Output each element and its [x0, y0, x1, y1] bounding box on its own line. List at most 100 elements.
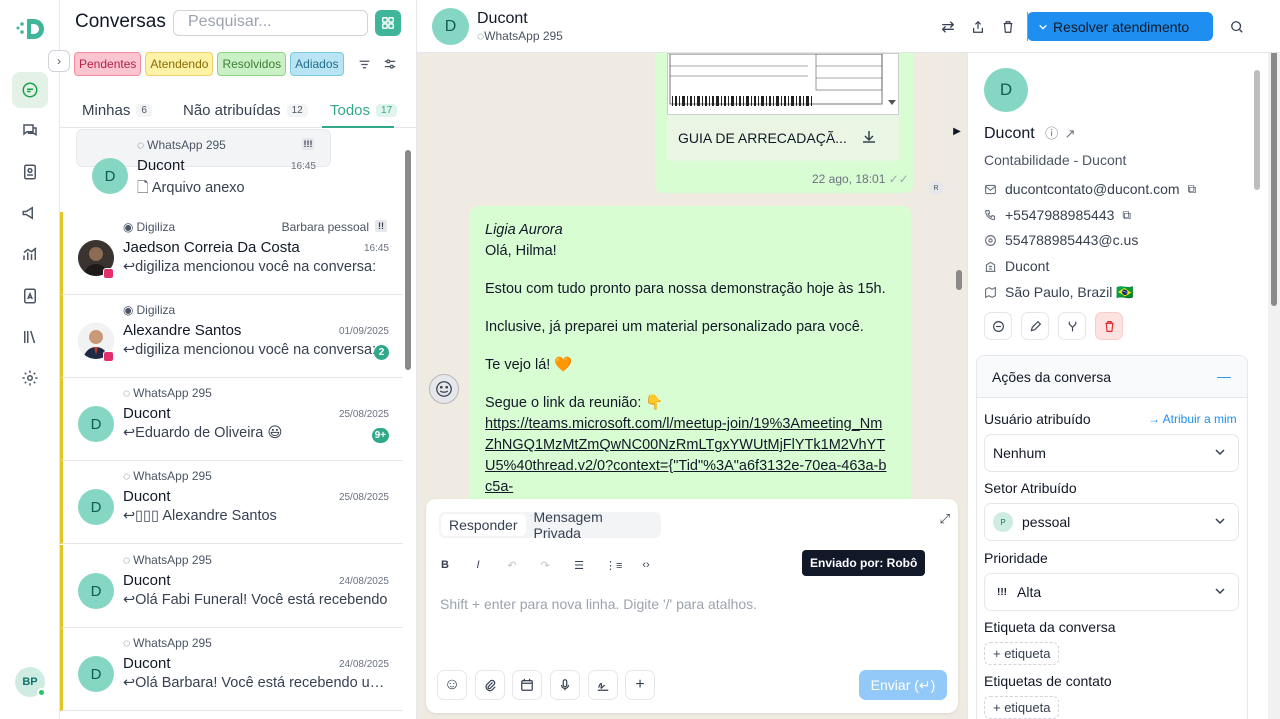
- merge-icon[interactable]: [1058, 312, 1086, 340]
- nav-reports-icon[interactable]: [12, 236, 48, 272]
- list-scrollbar[interactable]: [405, 150, 411, 370]
- nav-chat-icon[interactable]: [12, 72, 48, 108]
- delete-contact-icon[interactable]: [1095, 312, 1123, 340]
- page-scrollbar[interactable]: [1268, 0, 1280, 719]
- emoji-reaction-icon[interactable]: [429, 374, 459, 404]
- avatar: D: [78, 573, 114, 609]
- conversation-preview: ↩Eduardo de Oliveira 😃: [123, 425, 388, 441]
- resolve-button[interactable]: Resolver atendimento: [1027, 12, 1213, 41]
- toggle-sidebar-icon[interactable]: ▶: [947, 121, 967, 141]
- italic-icon[interactable]: I: [470, 559, 486, 571]
- accordion-header[interactable]: Ações da conversa —: [977, 356, 1247, 398]
- filter-resolvidos[interactable]: Resolvidos: [217, 52, 287, 76]
- conversation-source: ◌ WhatsApp 295: [123, 469, 212, 483]
- assign-to-me-link[interactable]: → Atribuir a mim: [1148, 412, 1267, 426]
- conversation-item[interactable]: ◌ WhatsApp 295 !!! D Ducont 16:45 🗋 Arqui…: [76, 129, 331, 196]
- nav-contacts-icon[interactable]: [12, 154, 48, 190]
- sector-avatar: P: [993, 512, 1013, 532]
- bold-icon[interactable]: B: [437, 559, 453, 571]
- meeting-link[interactable]: https://teams.microsoft.com/l/meetup-joi…: [485, 414, 891, 498]
- priority-label: Prioridade: [984, 550, 1048, 566]
- time-label: 22 ago, 18:01: [812, 172, 886, 186]
- nav-contact-card-icon[interactable]: [12, 278, 48, 314]
- microphone-icon[interactable]: [550, 670, 580, 700]
- external-link-icon[interactable]: ↗: [1065, 126, 1076, 141]
- app-root: BP › Conversas Pesquisar... Pendentes At…: [0, 0, 1280, 719]
- priority-select[interactable]: !!! Alta: [984, 573, 1239, 611]
- info-icon[interactable]: ⓘ: [1045, 126, 1058, 141]
- chat-action-icon[interactable]: [984, 312, 1012, 340]
- collapse-icon[interactable]: —: [1217, 368, 1231, 384]
- nav-campaign-icon[interactable]: [12, 195, 48, 231]
- tab-minhas[interactable]: Minhas 6: [82, 102, 152, 119]
- conversation-preview: ↩Olá Barbara! Você está recebendo uma: [123, 675, 388, 691]
- reply-icon: ↩: [123, 592, 136, 608]
- panel-scrollbar[interactable]: [1253, 60, 1261, 719]
- document-name-bar[interactable]: GUIA DE ARRECADAÇÃ...: [667, 115, 899, 161]
- contact-org: Ducont: [984, 258, 1049, 274]
- filter-icon[interactable]: [354, 54, 374, 74]
- signature-icon[interactable]: [588, 670, 618, 700]
- attachment-icon[interactable]: [475, 670, 505, 700]
- conversation-item[interactable]: ◌ WhatsApp 295 D Ducont 25/08/2025 ↩▯▯▯ A…: [60, 461, 403, 544]
- collapse-list-button[interactable]: ›: [48, 50, 70, 72]
- nav-settings-icon[interactable]: [12, 360, 48, 396]
- source-label: Digiliza: [136, 303, 176, 317]
- message-input[interactable]: Shift + enter para nova linha. Digite '/…: [440, 596, 757, 612]
- bullet-list-icon[interactable]: ☰: [571, 559, 587, 572]
- conversation-item[interactable]: ◉ Digiliza Alexandre Santos 01/09/2025 ↩d…: [60, 295, 403, 378]
- conversation-preview: ↩digiliza mencionou você na conversa:: [123, 342, 388, 358]
- expand-icon[interactable]: ⤢: [940, 511, 950, 527]
- conversation-item[interactable]: ◌ WhatsApp 295 D Ducont 24/08/2025 ↩Olá B…: [60, 628, 403, 711]
- search-input[interactable]: Pesquisar...: [173, 10, 368, 36]
- whatsapp-id-text: 554788985443@c.us: [1005, 232, 1139, 248]
- contact-avatar: D: [984, 68, 1028, 112]
- tab-nao-atribuidas[interactable]: Não atribuídas 12: [183, 102, 308, 119]
- tab-todos[interactable]: Todos 17: [330, 102, 398, 119]
- share-icon[interactable]: [969, 18, 987, 36]
- id-icon: [985, 234, 996, 246]
- conversation-item[interactable]: ◌ WhatsApp 295 D Ducont 25/08/2025 ↩Eduar…: [60, 378, 403, 461]
- channel-name: WhatsApp 295: [484, 29, 563, 43]
- facebook-icon: ◉: [123, 220, 134, 234]
- edit-icon[interactable]: [1021, 312, 1049, 340]
- undo-icon[interactable]: ↶: [504, 559, 520, 572]
- assigned-user-select[interactable]: Nenhum: [984, 434, 1239, 472]
- search-icon[interactable]: [1228, 18, 1246, 36]
- filter-atendendo[interactable]: Atendendo: [145, 52, 214, 76]
- copy-icon[interactable]: ⧉: [1122, 208, 1131, 223]
- filter-adiados[interactable]: Adiados: [290, 52, 344, 76]
- nav-conversations-icon[interactable]: [12, 113, 48, 149]
- conversation-name: Alexandre Santos: [123, 322, 242, 339]
- send-button[interactable]: Enviar (↵): [859, 670, 947, 700]
- download-icon[interactable]: [861, 129, 877, 148]
- page-scrollbar-thumb[interactable]: [1271, 18, 1277, 306]
- trash-icon[interactable]: [999, 18, 1017, 36]
- chat-scrollbar[interactable]: [956, 270, 962, 290]
- copy-icon[interactable]: ⧉: [1188, 182, 1197, 197]
- redo-icon[interactable]: ↷: [537, 559, 553, 572]
- mode-private[interactable]: Mensagem Privada: [526, 509, 662, 541]
- add-conversation-tag-button[interactable]: + etiqueta: [984, 642, 1060, 665]
- numbered-list-icon[interactable]: ⋮≡: [605, 559, 622, 572]
- filter-pendentes[interactable]: Pendentes: [74, 52, 142, 76]
- grid-view-button[interactable]: [375, 10, 401, 36]
- contact-name: Ducont: [477, 10, 528, 27]
- conversation-item[interactable]: ◉ Digiliza Barbara pessoal !! Jaedson Cor…: [60, 212, 403, 295]
- message-paragraph: Te vejo lá! 🧡: [485, 357, 573, 373]
- assign-me-text: Atribuir a mim: [1162, 412, 1237, 426]
- sector-select[interactable]: P pessoal: [984, 503, 1239, 541]
- schedule-icon[interactable]: [512, 670, 542, 700]
- sliders-icon[interactable]: [380, 54, 400, 74]
- transfer-icon[interactable]: ⇄: [939, 18, 957, 36]
- panel-scrollbar-thumb[interactable]: [1254, 70, 1260, 190]
- mode-reply[interactable]: Responder: [441, 514, 526, 536]
- code-icon[interactable]: ‹›: [638, 559, 654, 571]
- emoji-icon[interactable]: ☺: [437, 670, 467, 700]
- document-thumbnail[interactable]: [667, 53, 899, 115]
- add-contact-tag-button[interactable]: + etiqueta: [984, 696, 1060, 719]
- nav-library-icon[interactable]: [12, 319, 48, 355]
- user-avatar[interactable]: BP: [15, 667, 46, 697]
- conversation-item[interactable]: ◌ WhatsApp 295 D Ducont 24/08/2025 ↩Olá F…: [60, 545, 403, 628]
- plus-icon[interactable]: +: [625, 670, 655, 700]
